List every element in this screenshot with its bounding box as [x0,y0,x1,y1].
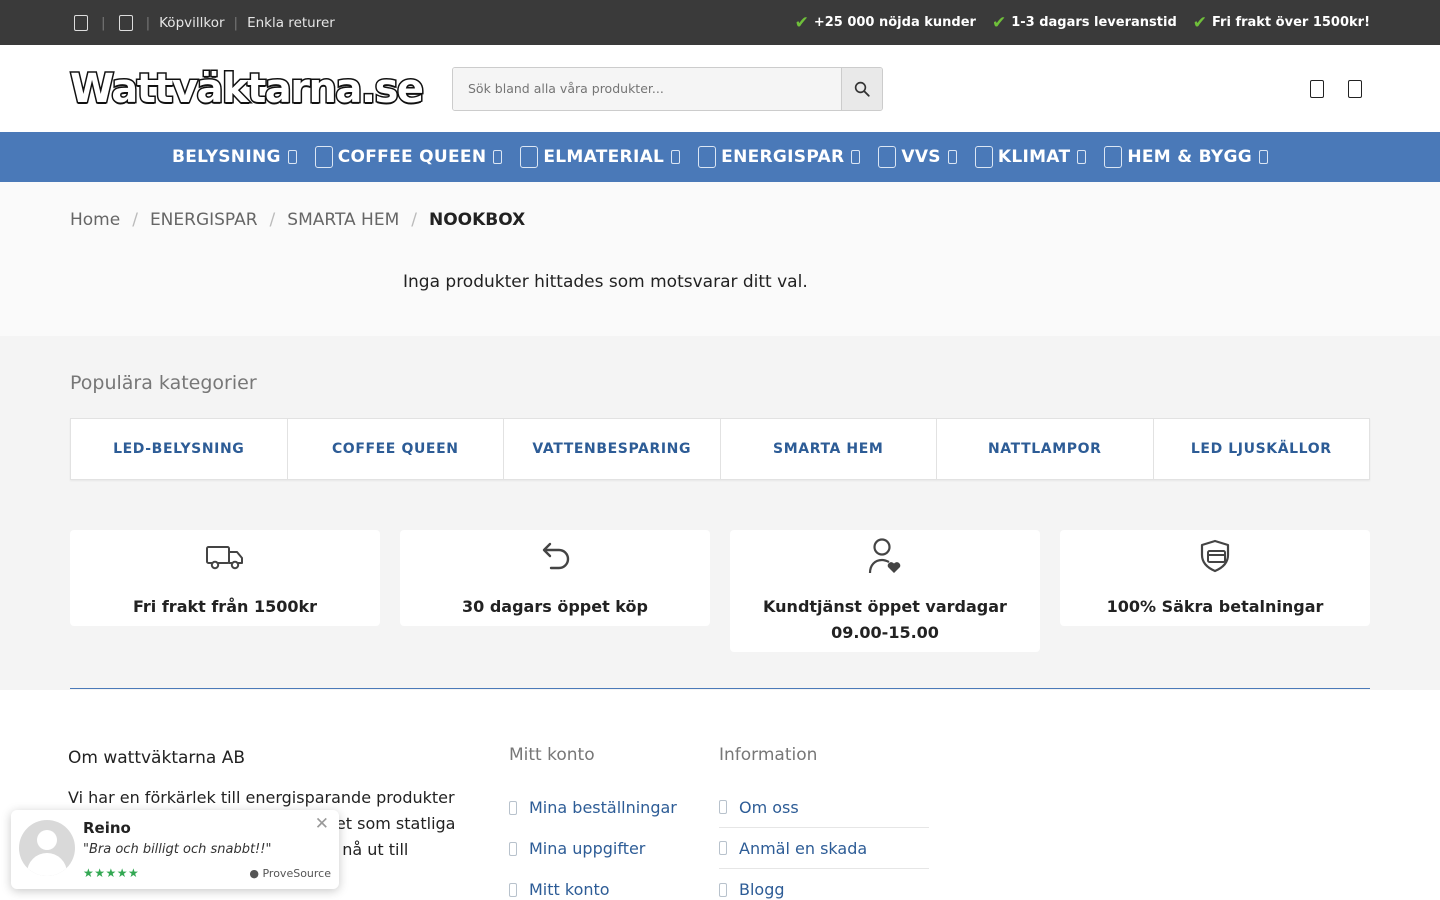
footer-divider [70,688,1370,689]
faucet-icon [878,146,897,168]
popular-categories-section: Populära kategorier LED-BELYSNING COFFEE… [0,336,1440,690]
breadcrumb-home[interactable]: Home [70,210,120,230]
chevron-right-icon [719,800,727,814]
footer-link-account[interactable]: Mitt konto [509,869,719,900]
search-button[interactable] [841,67,882,110]
secure-card-icon [1200,539,1230,573]
footer-link-orders[interactable]: Mina beställningar [509,787,719,828]
feature-list: Fri frakt från 1500kr 30 dagars öppet kö… [70,530,1370,652]
chevron-down-icon [671,150,681,164]
energy-icon [698,146,717,168]
top-bar: | | Köpvillkor | Enkla returer ✔ +25 000 … [0,0,1440,45]
user-heart-icon [868,538,901,574]
return-arrow-icon [542,542,570,570]
feature-free-shipping: Fri frakt från 1500kr [70,530,380,626]
footer-info-title: Information [719,745,818,765]
chevron-down-icon [947,150,957,164]
footer-link-details[interactable]: Mina uppgifter [509,828,719,869]
footer-link-about[interactable]: Om oss [719,787,929,828]
site-header: Wattväktarna.se [0,45,1440,132]
reviewer-name: Reino [83,819,131,837]
chevron-right-icon [509,841,517,856]
category-nattlampor[interactable]: NATTLAMPOR [937,419,1154,479]
footer-account-title: Mitt konto [509,745,595,765]
nav-item-elmaterial[interactable]: ELMATERIAL [520,146,681,168]
close-icon[interactable]: ✕ [315,814,329,834]
content-area: Home / ENERGISPAR / SMARTA HEM / NOOKBOX… [0,182,1440,336]
check-icon: ✔ [991,12,1007,33]
category-led-belysning[interactable]: LED-BELYSNING [71,419,288,479]
coffee-machine-icon [314,146,333,168]
section-title: Populära kategorier [70,372,257,394]
chevron-right-icon [509,800,517,815]
terms-link[interactable]: Köpvillkor [159,15,224,31]
category-vattenbesparing[interactable]: VATTENBESPARING [504,419,721,479]
category-led-ljuskallor[interactable]: LED LJUSKÄLLOR [1154,419,1370,479]
category-smarta-hem[interactable]: SMARTA HEM [721,419,937,479]
search-bar [452,66,883,111]
chevron-down-icon [493,150,503,164]
category-tiles: LED-BELYSNING COFFEE QUEEN VATTENBESPARI… [70,418,1370,480]
review-popup[interactable]: Reino "Bra och billigt och snabbt!!" ★★★… [11,810,339,889]
breadcrumb: Home / ENERGISPAR / SMARTA HEM / NOOKBOX [70,210,526,230]
avatar [19,820,75,876]
returns-link[interactable]: Enkla returer [247,15,335,31]
nav-item-energispar[interactable]: ENERGISPAR [698,146,861,168]
washing-machine-icon [1104,146,1123,168]
chevron-down-icon [287,150,297,164]
category-coffee-queen[interactable]: COFFEE QUEEN [288,419,504,479]
usp-free-shipping: ✔ Fri frakt över 1500kr! [1192,12,1370,33]
feature-customer-service: Kundtjänst öppet vardagar 09.00-15.00 [730,530,1040,652]
review-quote: "Bra och billigt och snabbt!!" [83,842,272,857]
search-icon [854,81,870,97]
feature-secure-payments: 100% Säkra betalningar [1060,530,1370,626]
chevron-right-icon [509,882,517,897]
account-icon[interactable] [1310,79,1324,98]
footer-link-report-damage[interactable]: Anmäl en skada [719,828,929,869]
breadcrumb-energispar[interactable]: ENERGISPAR [150,210,258,230]
search-input[interactable] [453,67,841,110]
usp-delivery: ✔ 1-3 dagars leveranstid [991,12,1177,33]
nav-item-belysning[interactable]: BELYSNING [172,147,297,167]
footer-link-blog[interactable]: Blogg [719,869,929,900]
nav-item-klimat[interactable]: KLIMAT [974,146,1087,168]
breadcrumb-smarta-hem[interactable]: SMARTA HEM [287,210,399,230]
check-icon: ✔ [794,12,809,33]
check-icon: ✔ [1192,12,1207,33]
truck-icon [206,546,243,570]
footer-account-column: Mitt konto Mina beställningar Mina uppgi… [509,745,719,900]
phone-icon[interactable] [74,14,88,31]
chevron-right-icon [719,841,727,855]
site-logo[interactable]: Wattväktarna.se [69,67,426,110]
chevron-right-icon [719,882,727,897]
footer-info-column: Information Om oss Anmäl en skada Blogg [719,745,929,900]
cart-icon[interactable] [1348,79,1362,98]
rating-stars: ★★★★★ [83,866,140,880]
nav-item-coffee-queen[interactable]: COFFEE QUEEN [314,146,503,168]
provesource-badge: ● ProveSource [249,866,331,880]
no-products-message: Inga produkter hittades som motsvarar di… [403,272,808,292]
footer-about-title: Om wattväktarna AB [68,748,245,768]
plug-icon [520,146,539,168]
feature-open-purchase: 30 dagars öppet köp [400,530,710,626]
main-nav: BELYSNING COFFEE QUEEN ELMATERIAL ENERGI… [0,132,1440,182]
radiator-icon [974,146,993,168]
chevron-down-icon [1077,150,1087,164]
breadcrumb-current: NOOKBOX [428,210,526,230]
nav-item-hem-bygg[interactable]: HEM & BYGG [1104,146,1269,168]
nav-item-vvs[interactable]: VVS [878,146,957,168]
chevron-down-icon [1259,150,1269,164]
usp-customers: ✔ +25 000 nöjda kunder [794,12,976,33]
chevron-down-icon [851,150,861,164]
email-icon[interactable] [118,14,133,31]
